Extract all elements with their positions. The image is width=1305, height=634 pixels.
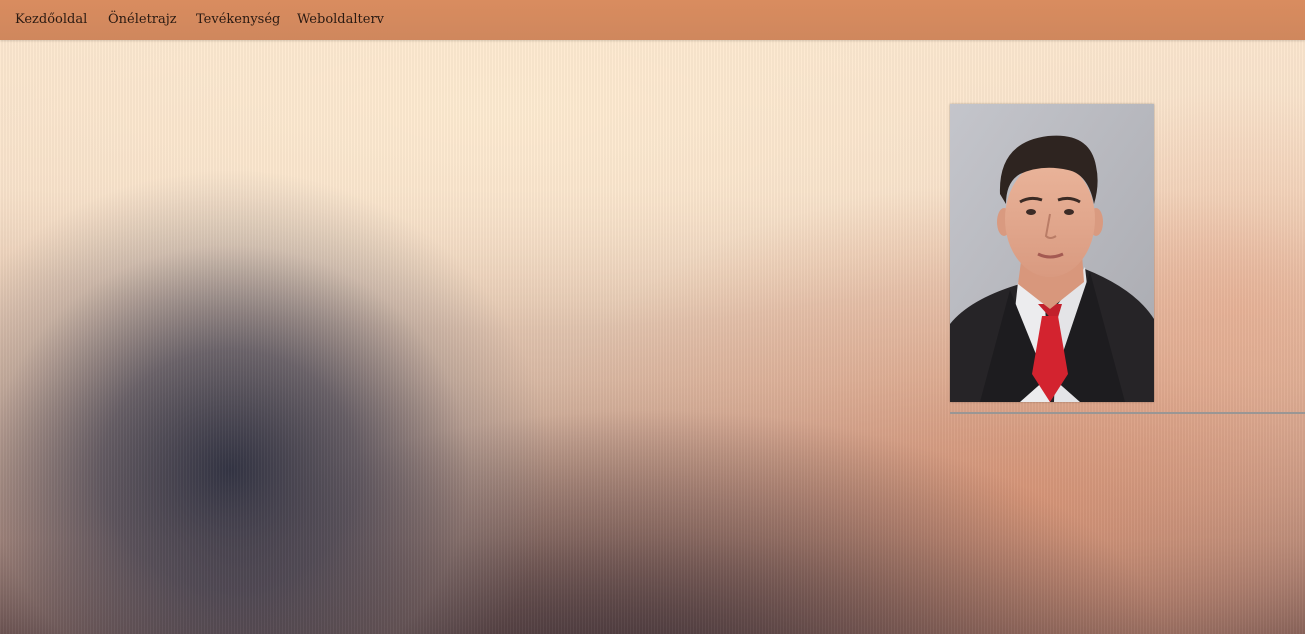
top-navbar: Kezdőoldal Önéletrajz Tevékenység Webold…	[0, 0, 1305, 40]
nav-item-home[interactable]: Kezdőoldal	[15, 12, 87, 27]
nav-item-activity[interactable]: Tevékenység	[196, 12, 280, 27]
nav-item-webdesign[interactable]: Weboldalterv	[297, 12, 384, 27]
section-divider	[950, 412, 1305, 414]
profile-photo	[950, 104, 1154, 402]
nav-item-resume[interactable]: Önéletrajz	[108, 12, 177, 27]
portrait-image	[950, 104, 1154, 402]
